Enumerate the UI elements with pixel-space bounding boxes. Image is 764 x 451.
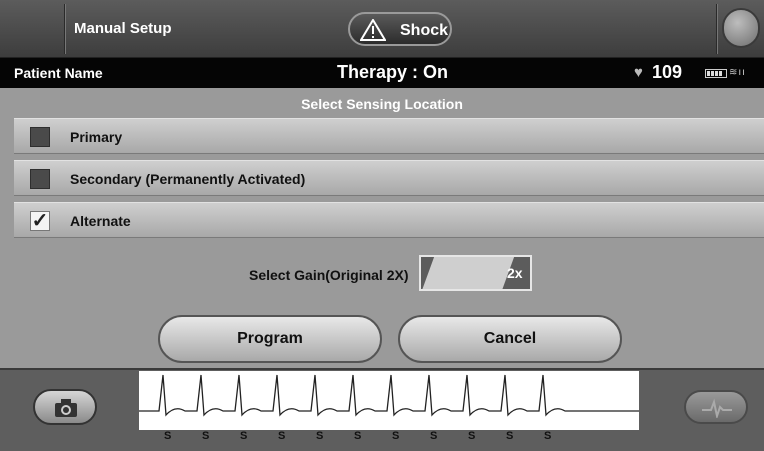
ecg-strip — [139, 371, 639, 430]
checkbox-secondary[interactable] — [30, 169, 50, 189]
option-label: Primary — [70, 129, 123, 145]
wand-icon[interactable] — [722, 8, 760, 48]
sense-marker: S — [278, 430, 286, 442]
section-title: Select Sensing Location — [301, 96, 463, 112]
checkbox-alternate[interactable]: ✓ — [30, 211, 50, 231]
ecg-icon — [702, 398, 732, 418]
program-button[interactable]: Program — [158, 315, 382, 363]
option-secondary[interactable]: Secondary (Permanently Activated) — [14, 160, 764, 196]
ecg-button[interactable] — [684, 390, 748, 424]
option-primary[interactable]: Primary — [14, 118, 764, 154]
sense-markers: SSSSSSSSSSS — [139, 430, 639, 446]
camera-icon — [55, 399, 77, 417]
sense-marker: S — [468, 430, 476, 442]
sense-marker: S — [506, 430, 514, 442]
option-label: Secondary (Permanently Activated) — [70, 171, 306, 187]
shock-label: Shock — [400, 22, 449, 39]
cancel-button[interactable]: Cancel — [398, 315, 622, 363]
battery-icon — [705, 69, 727, 78]
heart-icon: ♥ — [634, 64, 643, 81]
gain-fill — [421, 257, 515, 289]
toolbar-divider — [64, 4, 66, 54]
therapy-status: Therapy : On — [337, 62, 449, 82]
telemetry-icon: ≋ıı — [729, 67, 746, 78]
warning-icon — [360, 19, 386, 41]
manual-setup-title: Manual Setup — [74, 20, 172, 37]
sense-marker: S — [354, 430, 362, 442]
option-alternate[interactable]: ✓ Alternate — [14, 202, 764, 238]
sense-marker: S — [544, 430, 552, 442]
sense-marker: S — [202, 430, 210, 442]
snapshot-button[interactable] — [33, 389, 97, 425]
sense-marker: S — [164, 430, 172, 442]
top-toolbar: Manual Setup Shock — [0, 0, 764, 58]
patient-name: Patient Name — [14, 65, 103, 81]
gain-value: 2x — [507, 265, 523, 281]
status-bar: Patient Name Therapy : On ♥ 109 ≋ıı — [0, 58, 764, 88]
sense-marker: S — [430, 430, 438, 442]
gain-selector[interactable]: 2x — [419, 255, 532, 291]
checkbox-primary[interactable] — [30, 127, 50, 147]
sense-marker: S — [240, 430, 248, 442]
gain-label: Select Gain(Original 2X) — [249, 267, 409, 283]
toolbar-divider — [716, 4, 718, 54]
shock-button[interactable]: Shock — [348, 12, 452, 46]
sense-marker: S — [392, 430, 400, 442]
sense-marker: S — [316, 430, 324, 442]
heart-rate-value: 109 — [652, 62, 683, 82]
option-label: Alternate — [70, 213, 131, 229]
